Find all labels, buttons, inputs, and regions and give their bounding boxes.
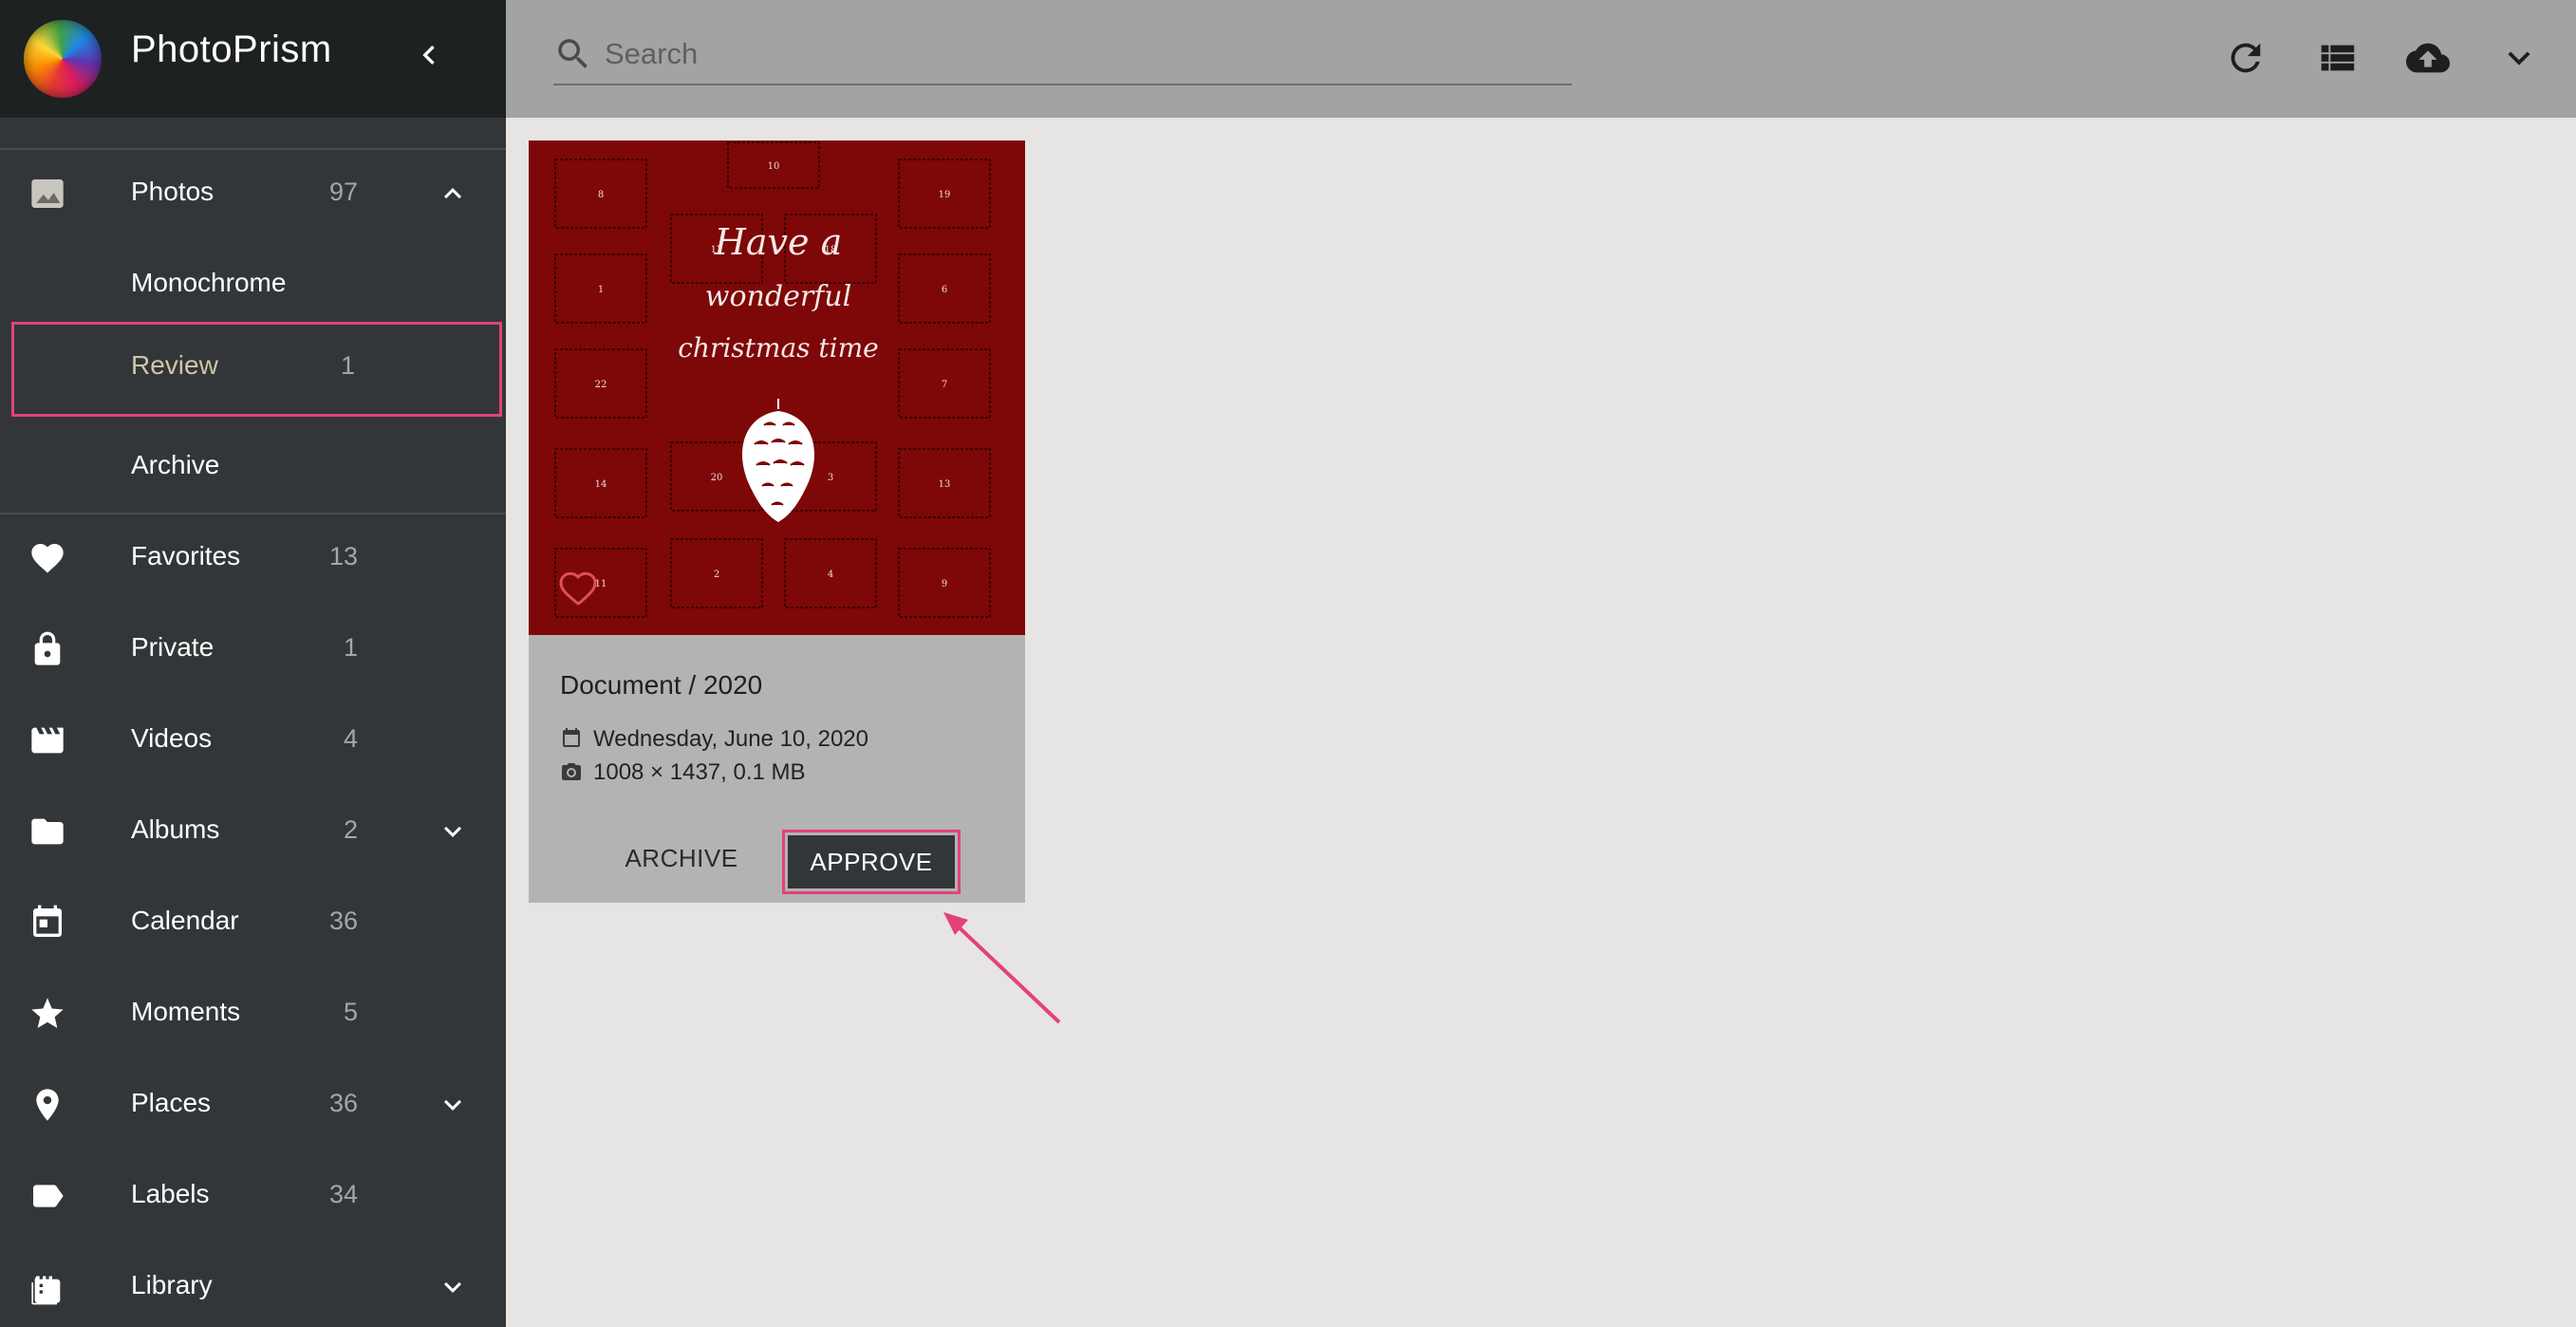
heart-icon bbox=[31, 544, 64, 573]
card-date: Wednesday, June 10, 2020 bbox=[593, 726, 868, 752]
label-icon bbox=[33, 1185, 64, 1207]
calendar-door-number: 8 bbox=[598, 190, 604, 200]
sidebar-item-labels[interactable]: Labels 34 bbox=[0, 1150, 506, 1242]
chevron-down-icon[interactable] bbox=[436, 1088, 470, 1122]
sidebar-item-label: Labels bbox=[131, 1179, 210, 1208]
calendar-door-number: 11 bbox=[595, 579, 607, 589]
calendar-door-number: 20 bbox=[711, 473, 723, 483]
calendar-door-number: 4 bbox=[828, 570, 833, 580]
sidebar: PhotoPrism Photos 97 Monochrome Review 1… bbox=[0, 0, 506, 1327]
sidebar-item-label: Moments bbox=[131, 997, 241, 1026]
image-text-line2: wonderful bbox=[705, 280, 851, 313]
calendar-door-number: 22 bbox=[595, 380, 607, 390]
card-title: Document / 2020 bbox=[560, 670, 763, 700]
chevron-down-icon[interactable] bbox=[436, 1270, 470, 1304]
advent-calendar-image: 108 1917 181 622 71420 313112 49 Have a wonder… bbox=[529, 140, 1025, 635]
sidebar-item-calendar[interactable]: Calendar 36 bbox=[0, 877, 506, 968]
calendar-door-number: 3 bbox=[828, 473, 833, 483]
sidebar-item-videos[interactable]: Videos 4 bbox=[0, 695, 506, 786]
archive-button[interactable]: ARCHIVE bbox=[607, 832, 756, 885]
sidebar-item-review[interactable]: Review 1 bbox=[11, 322, 502, 417]
sidebar-item-label: Favorites bbox=[131, 541, 241, 570]
search-icon bbox=[558, 39, 588, 68]
calendar-door-number: 9 bbox=[942, 579, 947, 589]
app-title: PhotoPrism bbox=[131, 28, 332, 70]
sidebar-item-count: 5 bbox=[343, 998, 358, 1026]
library-icon bbox=[31, 1276, 61, 1305]
sidebar-item-count: 4 bbox=[343, 724, 358, 753]
sidebar-item-count: 1 bbox=[340, 351, 355, 380]
sidebar-item-label: Archive bbox=[131, 450, 220, 479]
brand-header: PhotoPrism bbox=[0, 0, 506, 118]
sidebar-item-label: Library bbox=[131, 1270, 213, 1299]
cloud-upload-icon[interactable] bbox=[2404, 36, 2452, 80]
folder-icon bbox=[31, 818, 64, 845]
image-text-line3: christmas time bbox=[678, 332, 879, 364]
sidebar-item-favorites[interactable]: Favorites 13 bbox=[0, 513, 506, 604]
chevron-down-icon[interactable] bbox=[436, 814, 470, 849]
sidebar-item-private[interactable]: Private 1 bbox=[0, 604, 506, 695]
refresh-icon[interactable] bbox=[2222, 36, 2269, 80]
image-icon bbox=[31, 179, 64, 208]
chevron-up-icon[interactable] bbox=[436, 177, 470, 211]
top-toolbar bbox=[506, 0, 2576, 118]
sidebar-item-label: Photos bbox=[131, 177, 215, 206]
photo-thumbnail[interactable]: 10 8 19 17 18 1 6 22 7 14 20 3 13 11 2 4 9 Have a wonder… bbox=[529, 140, 1025, 635]
sidebar-item-albums[interactable]: Albums 2 bbox=[0, 786, 506, 877]
sidebar-item-archive[interactable]: Archive bbox=[0, 421, 506, 513]
sidebar-item-places[interactable]: Places 36 bbox=[0, 1059, 506, 1150]
image-text-line1: Have a bbox=[714, 221, 842, 263]
sidebar-item-label: Monochrome bbox=[131, 268, 287, 297]
approve-button[interactable]: APPROVE bbox=[788, 835, 955, 888]
sidebar-item-count: 34 bbox=[328, 1180, 358, 1208]
sidebar-item-moments[interactable]: Moments 5 bbox=[0, 968, 506, 1059]
calendar-door-number: 10 bbox=[768, 161, 780, 172]
sidebar-item-library[interactable]: Library bbox=[0, 1242, 506, 1327]
sidebar-item-label: Videos bbox=[131, 723, 213, 753]
calendar-door-number: 19 bbox=[939, 190, 951, 200]
search-input[interactable] bbox=[603, 32, 1556, 76]
view-list-icon[interactable] bbox=[2314, 36, 2361, 80]
sidebar-item-label: Places bbox=[131, 1088, 212, 1117]
movie-icon bbox=[31, 727, 64, 754]
lock-icon bbox=[34, 631, 61, 665]
photoprism-logo[interactable] bbox=[24, 20, 102, 98]
sidebar-item-count: 97 bbox=[328, 178, 358, 206]
star-icon bbox=[31, 998, 64, 1028]
sidebar-item-label: Albums bbox=[131, 814, 220, 844]
sidebar-item-label: Review bbox=[131, 350, 218, 380]
calendar-door-number: 2 bbox=[714, 570, 719, 580]
calendar-door-number: 7 bbox=[942, 380, 947, 390]
sidebar-item-count: 1 bbox=[343, 633, 358, 662]
sidebar-item-count: 2 bbox=[343, 815, 358, 844]
sidebar-item-photos[interactable]: Photos 97 bbox=[0, 148, 506, 239]
calendar-door-number: 13 bbox=[939, 479, 951, 490]
calendar-door-number: 6 bbox=[942, 285, 947, 295]
map-marker-icon bbox=[36, 1089, 59, 1121]
calendar-icon bbox=[33, 905, 62, 937]
sidebar-item-count: 36 bbox=[328, 1089, 358, 1117]
chevron-down-icon[interactable] bbox=[2495, 36, 2543, 80]
calendar-door-number: 14 bbox=[595, 479, 607, 490]
sidebar-item-count: 36 bbox=[328, 906, 358, 935]
search-field[interactable] bbox=[553, 28, 1572, 85]
photo-card[interactable]: 10 8 19 17 18 1 6 22 7 14 20 3 13 11 2 4 9 Have a wonder… bbox=[529, 140, 1025, 903]
sidebar-item-label: Private bbox=[131, 632, 215, 662]
sidebar-item-monochrome[interactable]: Monochrome bbox=[0, 239, 506, 330]
camera-icon bbox=[562, 763, 581, 780]
sidebar-item-count: 13 bbox=[328, 542, 358, 570]
annotation-arrow bbox=[943, 912, 1061, 1024]
card-info: 1008 × 1437, 0.1 MB bbox=[593, 759, 806, 785]
chevron-left-icon[interactable] bbox=[410, 36, 448, 74]
sidebar-item-label: Calendar bbox=[131, 906, 239, 935]
calendar-door-number: 1 bbox=[598, 285, 604, 295]
calendar-icon bbox=[563, 728, 580, 747]
